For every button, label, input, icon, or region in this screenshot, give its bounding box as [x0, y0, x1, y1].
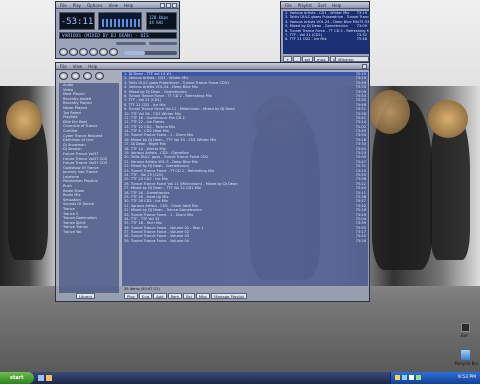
bef-icon-label: Bef — [461, 333, 468, 338]
lib-add-btn[interactable]: Add — [153, 293, 167, 299]
time-display[interactable]: -53:11 — [59, 12, 95, 30]
pause-button[interactable] — [79, 48, 88, 56]
menu-view[interactable]: View — [108, 3, 118, 8]
play-button[interactable] — [69, 48, 78, 56]
lib-play-btn[interactable]: Play — [124, 293, 138, 299]
lib-next-button[interactable] — [95, 72, 104, 80]
system-tray: 9:53 PM — [390, 372, 480, 384]
tray-icon[interactable] — [395, 375, 400, 380]
playlist-row[interactable]: 8. TTF 21 CD2 - Ice Mix 75:48 — [283, 37, 369, 41]
lib-stop-button[interactable] — [83, 72, 92, 80]
taskbar: start 9:53 PM — [0, 372, 480, 384]
balance-slider[interactable] — [149, 42, 177, 45]
song-marquee: VARIOUS (MIXED BY DJ DEAN) - DIS — [59, 32, 177, 39]
pl-menu-file[interactable]: File — [285, 3, 292, 8]
lib-menu-view[interactable]: View — [73, 64, 83, 69]
minimize-button[interactable] — [160, 3, 165, 8]
player-window[interactable]: File Play Options View Help -53:11 VARIO… — [55, 1, 180, 59]
menu-play[interactable]: Play — [73, 3, 81, 8]
pl-menu-sort[interactable]: Sort — [318, 3, 326, 8]
clock[interactable]: 9:53 PM — [458, 372, 476, 384]
tray-icon[interactable] — [416, 375, 421, 380]
track-list[interactable]: 1. DJ Dean - TTF vol 14 #1 70:19 2. Variou… — [122, 72, 368, 286]
lib-misc-btn[interactable]: Misc — [195, 293, 211, 299]
track-duration: 75:48 — [356, 37, 367, 42]
lib-enqueue-btn[interactable]: Enq — [138, 293, 153, 299]
pl-menu-playlist[interactable]: Playlist — [298, 3, 312, 8]
recycle-bin-icon — [461, 350, 470, 360]
spectrum-bars — [102, 19, 140, 27]
lib-play-button[interactable] — [71, 72, 80, 80]
lib-menu-help[interactable]: Help — [88, 64, 97, 69]
playlist-window[interactable]: File Playlist Sort Help 2. Various Artis… — [280, 1, 370, 67]
volume-slider[interactable] — [116, 42, 146, 45]
track-duration: 73:26 — [355, 238, 366, 243]
tray-icon[interactable] — [409, 375, 414, 380]
lib-close-button[interactable] — [362, 64, 367, 69]
library-button[interactable]: Library — [76, 293, 96, 299]
start-label: start — [10, 375, 24, 381]
menu-options[interactable]: Options — [87, 3, 102, 8]
wallpaper-hair-far-right — [428, 100, 468, 138]
quicklaunch-icon[interactable] — [38, 375, 44, 381]
shade-button[interactable] — [166, 3, 171, 8]
tray-icons — [395, 375, 421, 380]
library-tree-item[interactable]: Trance Vol — [59, 230, 119, 235]
lib-menu-file[interactable]: File — [60, 64, 67, 69]
playlist-titlebar[interactable]: File Playlist Sort Help — [281, 2, 369, 9]
library-action-buttons: Play Enq Add Rem Sel Misc Manage Playlis… — [124, 293, 248, 299]
seek-bar[interactable] — [124, 51, 177, 55]
transport-controls — [59, 48, 119, 57]
menu-help[interactable]: Help — [124, 3, 133, 8]
time-readout: -53:11 — [60, 17, 94, 27]
status-text: 39 items (40:47:11) — [124, 287, 160, 291]
library-status: 39 items (40:47:11) — [124, 287, 160, 291]
tray-icon[interactable] — [402, 375, 407, 380]
quick-launch — [38, 375, 52, 381]
prev-button[interactable] — [59, 48, 68, 56]
library-titlebar[interactable]: File View Help — [56, 63, 369, 70]
recycle-bin-label: Recycle Bin — [455, 361, 479, 366]
close-button[interactable] — [172, 3, 177, 8]
next-button[interactable] — [99, 48, 108, 56]
wallpaper-hair-left — [6, 100, 42, 140]
playlist-list[interactable]: 2. Various Artists - CD1 - Winter Mix 73:… — [283, 11, 369, 54]
lib-remove-btn[interactable]: Rem — [167, 293, 183, 299]
quicklaunch-icon[interactable] — [46, 375, 52, 381]
library-tree[interactable]: Audio Video Most Played Recently Added Recen… — [59, 83, 119, 293]
recycle-bin-desktop-icon[interactable]: Recycle Bin — [455, 350, 478, 366]
eject-button[interactable] — [109, 48, 118, 56]
file-icon — [461, 323, 470, 332]
track-title: 39. Tunnel Trance Force - Volume 04 — [124, 238, 190, 243]
lib-select-btn[interactable]: Sel — [183, 293, 195, 299]
player-titlebar[interactable]: File Play Options View Help — [56, 2, 179, 9]
pl-menu-help[interactable]: Help — [332, 3, 341, 8]
stop-button[interactable] — [89, 48, 98, 56]
playlist-row[interactable]: 39. Tunnel Trance Force - Volume 04 73:26 — [122, 239, 368, 243]
library-toolbar — [59, 72, 105, 80]
bitrate-display: 128 kbps 44 kHz — [146, 12, 177, 30]
visualizer[interactable] — [98, 12, 142, 30]
manage-playlist-button[interactable]: Manage Playlist — [211, 293, 248, 299]
menu-file[interactable]: File — [60, 3, 67, 8]
wallpaper-hair-right — [370, 90, 410, 134]
library-window[interactable]: File View Help Audio Video Most Played Rece… — [55, 62, 370, 302]
track-title: 8. TTF 21 CD2 - Ice Mix — [285, 37, 327, 42]
bef-desktop-icon[interactable]: Bef — [458, 323, 474, 338]
library-btn-bar: Library — [76, 293, 96, 299]
start-button[interactable]: start — [0, 372, 34, 384]
khz-value: 44 — [149, 20, 154, 25]
lib-prev-button[interactable] — [59, 72, 68, 80]
marquee-text: VARIOUS (MIXED BY DJ DEAN) - DIS — [62, 34, 149, 39]
